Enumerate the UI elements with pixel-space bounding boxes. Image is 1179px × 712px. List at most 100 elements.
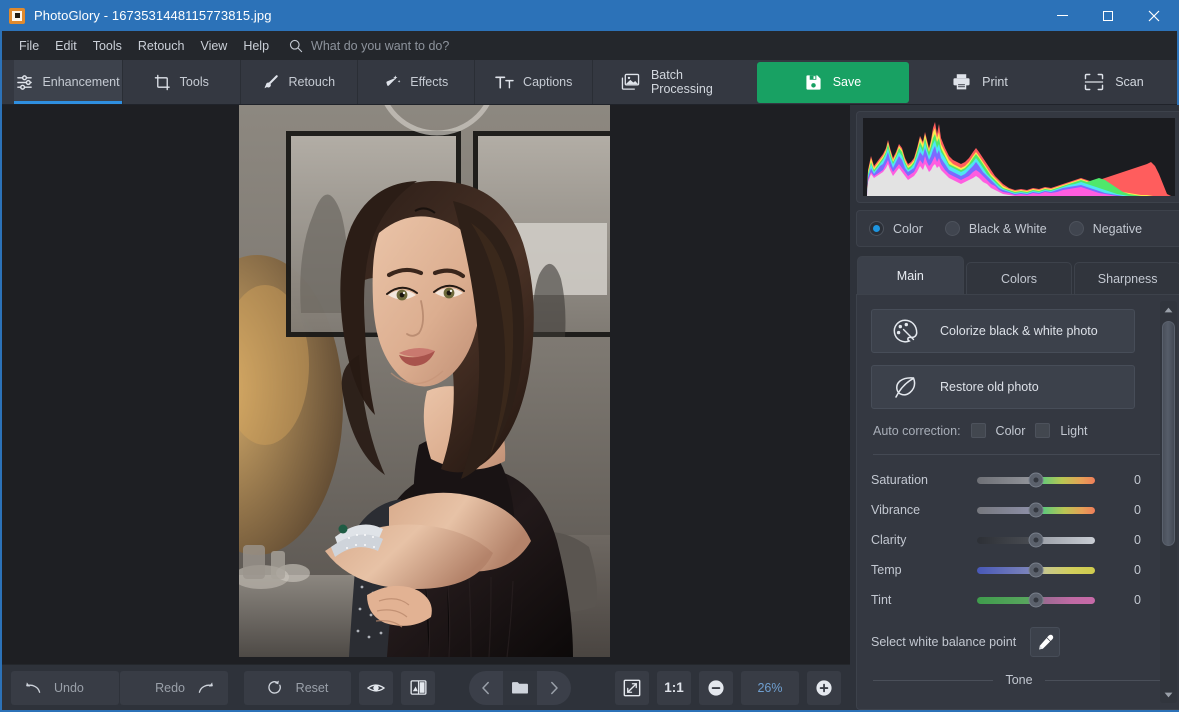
scroll-up-arrow-icon (1164, 307, 1173, 312)
print-button[interactable]: Print (916, 61, 1043, 103)
fit-to-screen-button[interactable] (615, 670, 649, 705)
slider-saturation-handle[interactable] (1028, 472, 1044, 488)
divider-right (1044, 679, 1166, 681)
radio-dot-icon (944, 221, 960, 236)
floppy-disk-icon (805, 74, 822, 91)
title-bar: PhotoGlory - 1673531448115773815.jpg (2, 0, 1177, 31)
zoom-level-value[interactable]: 26% (741, 670, 799, 705)
tab-captions[interactable]: Captions (475, 60, 593, 104)
printer-icon (952, 73, 971, 91)
film-frame-icon (9, 7, 25, 24)
portrait-photo[interactable] (239, 105, 610, 657)
fit-screen-icon (623, 679, 641, 696)
close-button[interactable] (1131, 0, 1177, 31)
crop-icon (154, 74, 171, 91)
tab-effects-label: Effects (410, 75, 449, 89)
brush-icon (262, 74, 279, 91)
slider-temp-track[interactable] (977, 562, 1095, 578)
search-icon (289, 39, 303, 52)
radio-negative-label: Negative (1092, 221, 1143, 236)
panel-tab-main-label: Main (896, 268, 924, 283)
menu-edit[interactable]: Edit (47, 36, 85, 56)
preview-toggle-button[interactable] (359, 670, 393, 705)
slider-clarity-track[interactable] (977, 532, 1095, 548)
slider-vibrance: Vibrance 0 (871, 495, 1167, 525)
save-label: Save (832, 75, 862, 89)
maximize-button[interactable] (1085, 0, 1131, 31)
radio-color[interactable]: Color (869, 221, 923, 236)
radio-black-and-white[interactable]: Black & White (944, 221, 1047, 236)
open-folder-button[interactable] (503, 670, 537, 705)
zoom-out-button[interactable] (699, 670, 733, 705)
slider-tint-track[interactable] (977, 592, 1095, 608)
slider-clarity-handle[interactable] (1028, 532, 1044, 548)
zoom-one-to-one-button[interactable]: 1:1 (657, 670, 691, 705)
scroll-up-button[interactable] (1160, 301, 1177, 318)
tab-retouch[interactable]: Retouch (240, 60, 358, 104)
scrollbar-thumb[interactable] (1162, 321, 1175, 546)
workspace: Undo Redo Reset 1:1 26% Color Black & Wh… (2, 105, 1179, 710)
reset-button[interactable]: Reset (244, 670, 351, 705)
panel-tab-main[interactable]: Main (857, 256, 964, 294)
scroll-down-button[interactable] (1160, 686, 1177, 703)
panel-tab-colors[interactable]: Colors (965, 262, 1073, 294)
radio-dot-icon (1068, 221, 1084, 236)
menu-view[interactable]: View (192, 36, 235, 56)
white-balance-picker-button[interactable] (1030, 627, 1061, 657)
auto-correction-light-checkbox[interactable] (1035, 423, 1051, 438)
batch-processing-button[interactable]: Batch Processing (604, 61, 749, 103)
menu-tools[interactable]: Tools (85, 36, 130, 56)
eyedropper-icon (1038, 634, 1053, 649)
auto-correction-color-checkbox[interactable] (970, 423, 986, 438)
menu-retouch[interactable]: Retouch (130, 36, 193, 56)
zoom-controls: 1:1 26% (615, 670, 841, 705)
slider-saturation-track[interactable] (977, 472, 1095, 488)
slider-vibrance-handle[interactable] (1028, 502, 1044, 518)
menu-file[interactable]: File (11, 36, 47, 56)
color-mode-group: Color Black & White Negative (856, 210, 1179, 247)
white-balance-label: Select white balance point (871, 635, 1017, 649)
tab-enhancement[interactable]: Enhancement (14, 60, 124, 104)
histogram (863, 118, 1175, 196)
scan-button[interactable]: Scan (1050, 61, 1177, 103)
slider-temp-value: 0 (1134, 563, 1141, 577)
minimize-button[interactable] (1039, 0, 1085, 31)
reset-label: Reset (295, 680, 329, 695)
prev-image-button[interactable] (469, 671, 503, 705)
chevron-right-icon (551, 681, 558, 694)
tab-tools[interactable]: Tools (123, 60, 241, 104)
images-icon (621, 73, 640, 91)
slider-temp-handle[interactable] (1028, 562, 1044, 578)
radio-dot-icon (869, 221, 884, 236)
search-box[interactable]: What do you want to do? (289, 39, 449, 53)
slider-vibrance-label: Vibrance (871, 503, 921, 517)
image-canvas[interactable] (2, 105, 850, 664)
next-image-button[interactable] (537, 671, 571, 705)
tab-captions-label: Captions (523, 75, 573, 89)
colorize-photo-button[interactable]: Colorize black & white photo (871, 309, 1135, 353)
save-button[interactable]: Save (756, 61, 909, 103)
undo-button[interactable]: Undo (11, 670, 119, 705)
sliders-icon (16, 74, 33, 91)
menu-help[interactable]: Help (235, 36, 277, 56)
tab-retouch-label: Retouch (288, 75, 336, 89)
radio-negative[interactable]: Negative (1068, 221, 1143, 236)
redo-button[interactable]: Redo (120, 670, 228, 705)
plus-circle-icon (816, 679, 832, 696)
tab-effects[interactable]: Effects (358, 60, 476, 104)
slider-vibrance-track[interactable] (977, 502, 1095, 518)
panel-tabs: Main Colors Sharpness (856, 256, 1179, 294)
panel-scrollbar[interactable] (1160, 301, 1177, 703)
scan-label: Scan (1115, 75, 1144, 89)
search-placeholder: What do you want to do? (311, 38, 450, 53)
slider-tint-handle[interactable] (1028, 592, 1044, 608)
minimize-icon (1056, 15, 1068, 16)
zoom-in-button[interactable] (807, 670, 841, 705)
panel-tab-sharpness[interactable]: Sharpness (1074, 262, 1179, 294)
magic-wand-icon (384, 74, 401, 91)
reset-circle-icon (267, 680, 283, 696)
restore-photo-button[interactable]: Restore old photo (871, 365, 1135, 409)
compare-button[interactable] (401, 670, 435, 705)
slider-tint: Tint 0 (871, 585, 1167, 615)
panel-tab-sharpness-label: Sharpness (1097, 271, 1158, 286)
